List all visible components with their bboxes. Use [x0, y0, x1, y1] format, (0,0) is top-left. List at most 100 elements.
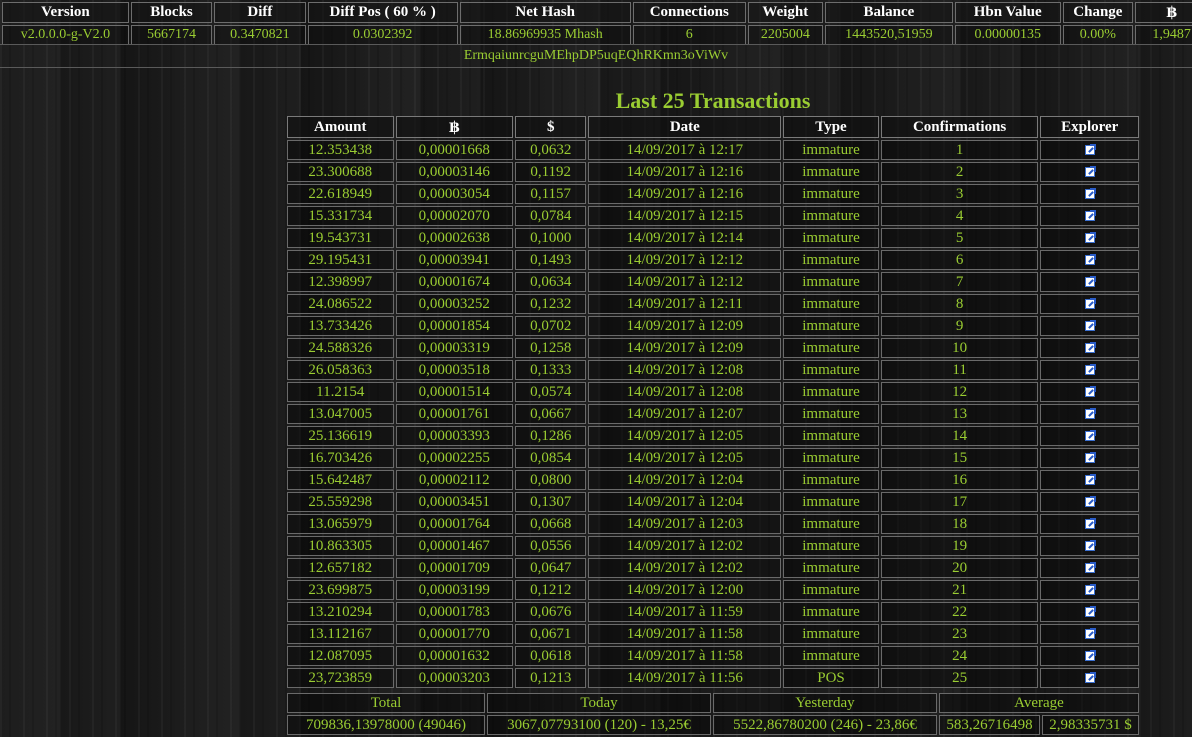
table-cell: immature [783, 426, 879, 446]
explorer-cell[interactable] [1040, 206, 1139, 226]
external-link-icon[interactable] [1084, 628, 1096, 640]
external-link-icon[interactable] [1084, 672, 1096, 684]
external-link-icon[interactable] [1084, 430, 1096, 442]
table-cell: 0,0854 [515, 448, 587, 468]
external-link-icon[interactable] [1084, 342, 1096, 354]
explorer-cell[interactable] [1040, 580, 1139, 600]
external-link-icon[interactable] [1084, 210, 1096, 222]
table-cell: 0,0574 [515, 382, 587, 402]
transactions-header-row: Amount ฿ $ Date Type Confirmations Explorer [287, 116, 1139, 138]
transactions-table: Amount ฿ $ Date Type Confirmations Explorer 12… [285, 114, 1141, 690]
external-link-icon[interactable] [1084, 474, 1096, 486]
table-cell: 14/09/2017 à 12:14 [588, 228, 782, 248]
external-link-icon[interactable] [1084, 298, 1096, 310]
explorer-cell[interactable] [1040, 162, 1139, 182]
external-link-icon[interactable] [1084, 518, 1096, 530]
stats-header-cell: Diff Pos ( 60 % ) [307, 2, 458, 23]
external-link-icon[interactable] [1084, 188, 1096, 200]
explorer-cell[interactable] [1040, 668, 1139, 688]
table-row: 11.2154 0,00001514 0,0574 14/09/2017 à 12:0… [287, 382, 1139, 402]
explorer-cell[interactable] [1040, 448, 1139, 468]
average-usd-value: 2,98335731 $ [1042, 715, 1139, 735]
table-cell: 24 [880, 646, 1039, 666]
external-link-icon[interactable] [1084, 364, 1096, 376]
table-cell: 0,00001761 [395, 404, 514, 424]
external-link-icon[interactable] [1084, 320, 1096, 332]
table-cell: 13.210294 [287, 602, 394, 622]
external-link-icon[interactable] [1084, 650, 1096, 662]
totals-table: Total Today Yesterday Average 709836,139… [285, 691, 1141, 737]
external-link-icon[interactable] [1084, 496, 1096, 508]
table-cell: 0,1258 [515, 338, 587, 358]
table-cell: immature [783, 228, 879, 248]
stats-header-cell: Hbn Value [954, 2, 1061, 23]
table-cell: 0,00003518 [395, 360, 514, 380]
explorer-cell[interactable] [1040, 250, 1139, 270]
external-link-icon[interactable] [1084, 584, 1096, 596]
explorer-cell[interactable] [1040, 360, 1139, 380]
explorer-cell[interactable] [1040, 492, 1139, 512]
external-link-icon[interactable] [1084, 452, 1096, 464]
external-link-icon[interactable] [1084, 166, 1096, 178]
explorer-cell[interactable] [1040, 228, 1139, 248]
explorer-cell[interactable] [1040, 602, 1139, 622]
table-cell: 15.331734 [287, 206, 394, 226]
table-cell: 16.703426 [287, 448, 394, 468]
column-header: Explorer [1040, 116, 1139, 138]
table-cell: 22 [880, 602, 1039, 622]
external-link-icon[interactable] [1084, 254, 1096, 266]
explorer-cell[interactable] [1040, 272, 1139, 292]
stats-value-cell: 5667174 [130, 25, 213, 45]
transactions-body: 12.353438 0,00001668 0,0632 14/09/2017 à 12… [287, 140, 1139, 688]
table-row: 25.136619 0,00003393 0,1286 14/09/2017 à 12… [287, 426, 1139, 446]
table-cell: 0,00002112 [395, 470, 514, 490]
table-cell: 13.733426 [287, 316, 394, 336]
table-cell: 14/09/2017 à 11:58 [588, 646, 782, 666]
table-cell: 0,0676 [515, 602, 587, 622]
external-link-icon[interactable] [1084, 144, 1096, 156]
table-cell: 4 [880, 206, 1039, 226]
table-cell: 23.300688 [287, 162, 394, 182]
explorer-cell[interactable] [1040, 338, 1139, 358]
table-cell: 14/09/2017 à 12:04 [588, 492, 782, 512]
table-cell: 0,0667 [515, 404, 587, 424]
explorer-cell[interactable] [1040, 404, 1139, 424]
explorer-cell[interactable] [1040, 470, 1139, 490]
table-row: 13.112167 0,00001770 0,0671 14/09/2017 à 11… [287, 624, 1139, 644]
table-cell: 14/09/2017 à 12:02 [588, 558, 782, 578]
explorer-cell[interactable] [1040, 646, 1139, 666]
table-cell: 0,0647 [515, 558, 587, 578]
external-link-icon[interactable] [1084, 276, 1096, 288]
stats-header-cell: Balance [824, 2, 953, 23]
table-row: 13.065979 0,00001764 0,0668 14/09/2017 à 12… [287, 514, 1139, 534]
explorer-cell[interactable] [1040, 426, 1139, 446]
table-cell: 14/09/2017 à 12:02 [588, 536, 782, 556]
external-link-icon[interactable] [1084, 408, 1096, 420]
explorer-cell[interactable] [1040, 514, 1139, 534]
explorer-cell[interactable] [1040, 624, 1139, 644]
external-link-icon[interactable] [1084, 606, 1096, 618]
table-cell: 24.086522 [287, 294, 394, 314]
external-link-icon[interactable] [1084, 232, 1096, 244]
table-cell: 0,00001674 [395, 272, 514, 292]
external-link-icon[interactable] [1084, 562, 1096, 574]
explorer-cell[interactable] [1040, 140, 1139, 160]
explorer-cell[interactable] [1040, 558, 1139, 578]
table-row: 15.331734 0,00002070 0,0784 14/09/2017 à 12… [287, 206, 1139, 226]
table-cell: 0,00003941 [395, 250, 514, 270]
table-cell: immature [783, 470, 879, 490]
explorer-cell[interactable] [1040, 294, 1139, 314]
stats-header-cell: Change [1062, 2, 1134, 23]
stats-header-cell: Net Hash [459, 2, 631, 23]
table-cell: 14 [880, 426, 1039, 446]
external-link-icon[interactable] [1084, 386, 1096, 398]
stats-value-cell: 0.00000135 [954, 25, 1061, 45]
explorer-cell[interactable] [1040, 316, 1139, 336]
table-cell: 8 [880, 294, 1039, 314]
table-cell: immature [783, 184, 879, 204]
explorer-cell[interactable] [1040, 536, 1139, 556]
external-link-icon[interactable] [1084, 540, 1096, 552]
explorer-cell[interactable] [1040, 382, 1139, 402]
table-cell: 0,00003199 [395, 580, 514, 600]
explorer-cell[interactable] [1040, 184, 1139, 204]
